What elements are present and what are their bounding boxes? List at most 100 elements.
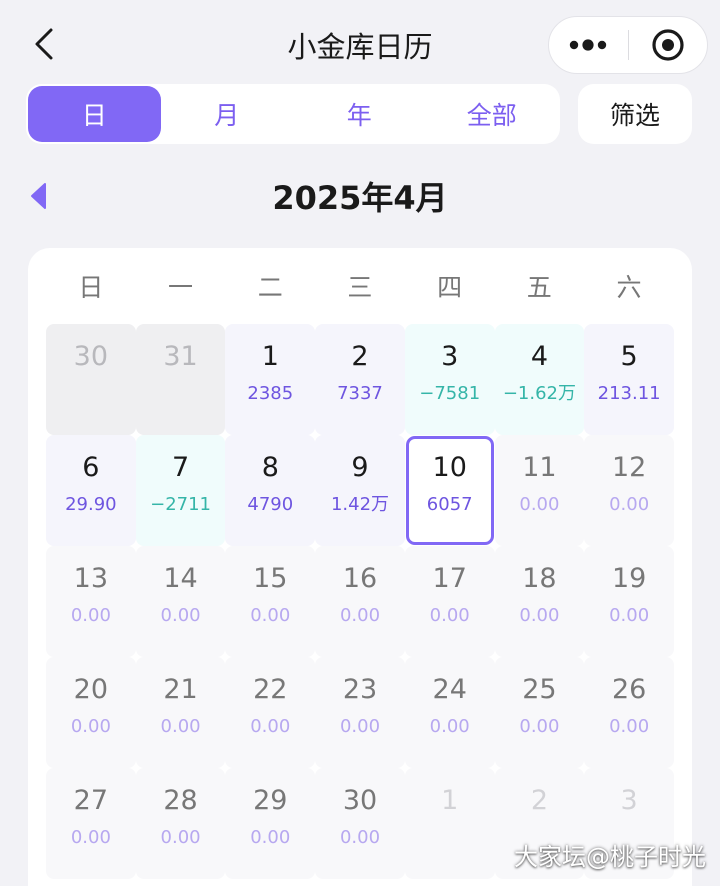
calendar-day-cell[interactable]: 22 0.00: [225, 657, 316, 768]
day-number: 2: [530, 785, 549, 816]
day-number: 7: [171, 452, 190, 483]
calendar-day-cell[interactable]: 30 0.00: [315, 768, 405, 879]
calendar-day-cell[interactable]: 15 0.00: [225, 546, 316, 657]
weekday-fri: 五: [526, 273, 552, 302]
day-amount: 2385: [247, 383, 294, 404]
calendar-day-cell[interactable]: 21 0.00: [135, 657, 226, 768]
more-button[interactable]: [549, 16, 628, 74]
day-number: 2: [351, 341, 369, 372]
calendar-day-cell[interactable]: 3: [584, 768, 674, 879]
day-amount: 213.11: [597, 383, 661, 404]
day-amount: 0.00: [339, 605, 381, 626]
day-number: 8: [261, 452, 279, 483]
day-amount: 0.00: [70, 827, 111, 848]
day-amount: −7581: [419, 383, 481, 404]
tab-all[interactable]: 全部: [426, 86, 559, 142]
calendar-day-cell[interactable]: 4 −1.62万: [494, 324, 585, 435]
calendar-day-cell[interactable]: 1: [404, 768, 495, 879]
day-number: 28: [163, 785, 198, 816]
day-number: 19: [611, 563, 647, 594]
day-amount: 0.00: [609, 494, 650, 515]
calendar-day-cell[interactable]: 26 0.00: [584, 657, 674, 768]
day-number: 30: [342, 785, 378, 816]
day-number: 17: [432, 563, 467, 594]
day-number: 11: [522, 452, 557, 483]
day-amount: 0.00: [339, 716, 381, 737]
day-amount: 0.00: [519, 605, 560, 626]
day-amount: 6057: [426, 494, 473, 515]
calendar-day-cell[interactable]: 24 0.00: [404, 657, 495, 768]
day-number: 3: [441, 341, 459, 372]
day-number: 15: [253, 563, 288, 594]
weekday-mon: 一: [168, 273, 194, 302]
calendar-day-cell[interactable]: 14 0.00: [135, 546, 226, 657]
calendar-day-cell[interactable]: 27 0.00: [46, 768, 136, 879]
day-number: 24: [432, 674, 467, 705]
day-amount: 0.00: [519, 716, 560, 737]
calendar-day-cell[interactable]: 2: [494, 768, 585, 879]
day-number: 18: [522, 563, 557, 594]
calendar-day-cell[interactable]: 11 0.00: [494, 435, 585, 546]
day-number: 23: [342, 674, 378, 705]
calendar-day-cell[interactable]: 2 7337: [315, 324, 405, 435]
tab-day[interactable]: 日: [28, 86, 161, 142]
calendar-day-cell[interactable]: 3 −7581: [404, 324, 495, 435]
day-number: 29: [253, 785, 288, 816]
calendar-day-cell[interactable]: 1 2385: [225, 324, 316, 435]
weekday-sat: 六: [616, 273, 642, 302]
day-amount: 0.00: [250, 605, 291, 626]
calendar-day-cell[interactable]: 17 0.00: [404, 546, 495, 657]
calendar-day-cell[interactable]: 20 0.00: [46, 657, 136, 768]
close-miniprogram-button[interactable]: [629, 16, 708, 74]
day-amount: 4790: [247, 494, 294, 515]
calendar-day-cell[interactable]: 16 0.00: [315, 546, 405, 657]
more-dots-icon: [570, 39, 607, 51]
day-amount: 0.00: [339, 827, 381, 848]
day-number: 6: [82, 452, 100, 483]
calendar-day-cell[interactable]: 31: [135, 324, 226, 435]
tab-month[interactable]: 月: [161, 86, 294, 142]
calendar-day-cell[interactable]: 10 6057: [404, 435, 495, 546]
calendar-day-cell[interactable]: 7 −2711: [135, 435, 226, 546]
day-number: 27: [73, 785, 109, 816]
day-amount: 0.00: [160, 605, 201, 626]
back-button[interactable]: [26, 24, 62, 64]
calendar-card: 日 一 二 三 四 五 六 30 31 1 2385 2 7337 3 −7581 4 −1.62…: [28, 248, 692, 886]
tab-year[interactable]: 年: [293, 86, 426, 142]
calendar-day-cell[interactable]: 18 0.00: [494, 546, 585, 657]
calendar-day-cell[interactable]: 13 0.00: [46, 546, 136, 657]
calendar-day-cell[interactable]: 5 213.11: [584, 324, 674, 435]
day-amount: 0.00: [160, 716, 201, 737]
calendar-day-cell[interactable]: 29 0.00: [225, 768, 316, 879]
filter-button[interactable]: 筛选: [578, 84, 692, 144]
calendar-day-cell[interactable]: 19 0.00: [584, 546, 674, 657]
mini-program-capsule: [548, 16, 708, 74]
day-amount: −2711: [150, 494, 211, 515]
period-tabs: 日 月 年 全部: [26, 84, 560, 144]
weekday-header: 日 一 二 三 四 五 六: [46, 268, 674, 304]
calendar-day-cell[interactable]: 23 0.00: [315, 657, 405, 768]
day-number: 20: [73, 674, 109, 705]
day-amount: 0.00: [429, 716, 470, 737]
day-number: 25: [522, 674, 557, 705]
calendar-day-cell[interactable]: 28 0.00: [135, 768, 226, 879]
calendar-day-cell[interactable]: 12 0.00: [584, 435, 674, 546]
day-number: 16: [342, 563, 378, 594]
calendar-day-cell[interactable]: 9 1.42万: [315, 435, 405, 546]
weekday-sun: 日: [78, 273, 104, 302]
day-amount: 0.00: [609, 716, 650, 737]
day-amount: 0.00: [609, 605, 650, 626]
day-number: 30: [73, 341, 109, 372]
month-title: 2025年4月: [272, 179, 448, 217]
calendar-day-cell[interactable]: 8 4790: [225, 435, 316, 546]
calendar-day-cell[interactable]: 30: [46, 324, 136, 435]
calendar-day-cell[interactable]: 6 29.90: [46, 435, 136, 546]
day-number: 10: [432, 452, 467, 483]
weekday-tue: 二: [257, 273, 283, 302]
weekday-thu: 四: [437, 273, 463, 302]
calendar-day-cell[interactable]: 25 0.00: [494, 657, 585, 768]
day-number: 14: [163, 563, 198, 594]
day-amount: 29.90: [65, 494, 117, 515]
day-amount: 0.00: [70, 605, 111, 626]
target-close-icon: [652, 29, 684, 61]
